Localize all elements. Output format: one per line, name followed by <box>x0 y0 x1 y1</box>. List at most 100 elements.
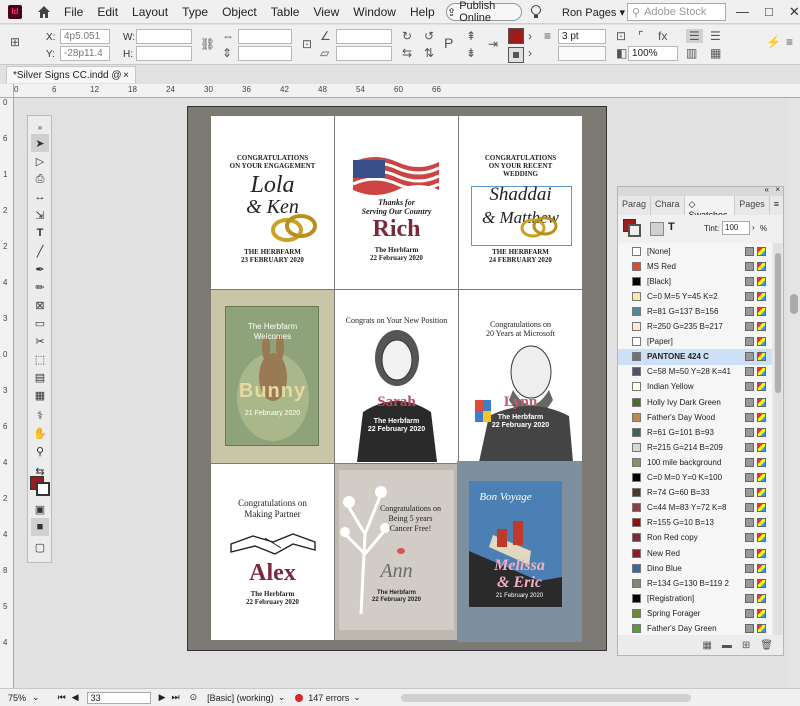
fill-swatch[interactable] <box>628 224 641 237</box>
align-left-icon[interactable]: ☰ <box>686 29 703 43</box>
preflight-profile[interactable]: [Basic] (working) <box>207 693 274 703</box>
opacity-field[interactable]: 100% <box>628 46 678 61</box>
document-scrollbar[interactable] <box>788 98 800 688</box>
scrollbar-thumb[interactable] <box>775 253 781 393</box>
tint-field[interactable]: 100 <box>722 221 750 235</box>
delete-swatch-icon[interactable]: 🗑 <box>760 640 773 651</box>
swatch-row[interactable]: [Black] <box>618 273 772 289</box>
formatting-container-icon[interactable]: ▣ <box>31 500 49 518</box>
tab-pages[interactable]: Pages <box>735 196 770 215</box>
x-field[interactable]: 4p5.051 <box>60 29 110 44</box>
text-formatting-icon[interactable]: T <box>668 221 675 233</box>
page-number-field[interactable]: 33 <box>86 691 151 704</box>
swatch-row[interactable]: [Registration] <box>618 590 772 606</box>
panel-menu-icon[interactable]: ≡ <box>770 196 783 215</box>
container-formatting-icon[interactable] <box>650 222 664 236</box>
error-count[interactable]: 147 errors <box>308 693 349 703</box>
swatch-row[interactable]: 100 mile background <box>618 454 772 470</box>
ruler-origin[interactable] <box>0 84 14 98</box>
publish-online-button[interactable]: ⇪ Publish Online <box>446 0 522 24</box>
vertical-ruler[interactable]: 0612243036424854 <box>0 98 14 688</box>
screen-mode-icon[interactable]: ▢ <box>31 538 49 556</box>
text-wrap-icon[interactable]: ▥ <box>686 46 697 60</box>
menu-table[interactable]: Table <box>271 5 300 19</box>
swatch-row[interactable]: R=155 G=10 B=13 <box>618 515 772 531</box>
previous-page-icon[interactable]: ◀ <box>72 692 79 703</box>
shear-field[interactable] <box>336 46 392 61</box>
last-page-icon[interactable]: ⏭ <box>172 692 180 703</box>
stroke-dropdown-icon[interactable]: › <box>528 29 532 43</box>
constrain-proportions-icon[interactable]: ⛓ <box>200 37 215 51</box>
menu-file[interactable]: File <box>64 5 83 19</box>
type-tool-icon[interactable]: T <box>31 224 49 242</box>
zoom-dropdown-icon[interactable]: ⌄ <box>32 692 40 703</box>
scale-y-field[interactable] <box>238 46 292 61</box>
swatch-row[interactable]: [Paper] <box>618 334 772 350</box>
swatch-row[interactable]: C=44 M=83 Y=72 K=8 <box>618 500 772 516</box>
lightbulb-icon[interactable] <box>530 4 542 23</box>
gap-tool-icon[interactable]: ↔ <box>31 188 49 206</box>
frame-fitting-icon[interactable]: ⊡ <box>616 29 626 43</box>
card-bunny[interactable]: The Herbfarm Welcomes Bunny 21 February … <box>211 290 334 463</box>
document-scrollbar-thumb[interactable] <box>790 294 798 314</box>
swatch-row[interactable]: Dino Blue <box>618 560 772 576</box>
scissors-tool-icon[interactable]: ✂ <box>31 332 49 350</box>
content-collector-icon[interactable]: ⇲ <box>31 206 49 224</box>
errors-dropdown-icon[interactable]: ⌄ <box>353 692 361 703</box>
corner-options-icon[interactable]: ⌜ <box>638 29 644 43</box>
page-tool-icon[interactable]: ⎙ <box>31 170 49 188</box>
effects-icon[interactable]: fx <box>658 29 667 43</box>
tab-swatches[interactable]: ◇ Swatches <box>684 196 736 220</box>
free-transform-tool-icon[interactable]: ⬚ <box>31 350 49 368</box>
close-tab-icon[interactable]: × <box>123 67 129 84</box>
swatch-row[interactable]: Father's Day Wood <box>618 409 772 425</box>
swatch-row[interactable]: C=0 M=0 Y=0 K=100 <box>618 470 772 486</box>
card-new-position[interactable]: Congrats on Your New Position Sarah The … <box>335 290 458 463</box>
swatch-row[interactable]: R=81 G=137 B=156 <box>618 303 772 319</box>
rotate-ccw-icon[interactable]: ↺ <box>424 29 434 43</box>
new-color-group-icon[interactable]: ▬ <box>722 640 732 651</box>
card-partner[interactable]: Congratulations on Making Partner Alex T… <box>211 464 334 640</box>
flip-h-icon[interactable]: ⇆ <box>402 46 412 60</box>
paragraph-icon[interactable]: P <box>444 35 453 51</box>
card-wedding[interactable]: CONGRATULATIONS ON YOUR RECENT WEDDING S… <box>459 116 582 289</box>
card-cancer-free[interactable]: Congratulations on Being 5 years Cancer … <box>335 464 458 640</box>
swatch-row[interactable]: Spring Forager <box>618 605 772 621</box>
width-field[interactable] <box>136 29 192 44</box>
tint-dropdown-icon[interactable]: › <box>752 223 755 232</box>
swatch-row[interactable]: R=134 G=130 B=119 2 <box>618 575 772 591</box>
close-window-button[interactable]: ✕ <box>789 4 800 20</box>
horizontal-scrollbar[interactable] <box>400 693 691 702</box>
zoom-level[interactable]: 75% <box>8 693 26 703</box>
horizontal-ruler[interactable]: 0 6 12 18 24 30 36 42 48 54 60 66 <box>14 84 800 98</box>
first-page-icon[interactable]: ⏮ <box>58 692 66 703</box>
swatch-row[interactable]: New Red <box>618 545 772 561</box>
profile-dropdown-icon[interactable]: ⌄ <box>278 692 286 703</box>
eyedropper-tool-icon[interactable]: ⚕ <box>31 406 49 424</box>
note-tool-icon[interactable]: ▦ <box>31 386 49 404</box>
line-tool-icon[interactable]: ╱ <box>31 242 49 260</box>
rotate-field[interactable] <box>336 29 392 44</box>
swatch-row[interactable]: C=0 M=5 Y=45 K=2 <box>618 288 772 304</box>
hand-tool-icon[interactable]: ✋ <box>31 424 49 442</box>
new-swatch-icon[interactable]: ⊞ <box>742 640 750 651</box>
menu-edit[interactable]: Edit <box>97 5 118 19</box>
swatch-row[interactable]: R=74 G=60 B=33 <box>618 485 772 501</box>
tab-paragraph[interactable]: Parag <box>618 196 652 215</box>
document-tab[interactable]: *Silver Signs CC.indd @ 75% × <box>6 66 136 98</box>
pen-tool-icon[interactable]: ✒ <box>31 260 49 278</box>
grid-icon[interactable]: ▦ <box>710 46 721 60</box>
pencil-tool-icon[interactable]: ✏ <box>31 278 49 296</box>
swatch-row[interactable]: [None] <box>618 243 772 259</box>
stock-search-input[interactable]: ⚲ Adobe Stock <box>627 3 726 21</box>
close-panel-icon[interactable]: × <box>775 185 780 194</box>
swatch-row[interactable]: Ron Red copy <box>618 530 772 546</box>
menu-help[interactable]: Help <box>410 5 435 19</box>
reference-point-icon[interactable]: ⊞ <box>10 35 20 49</box>
swatch-row[interactable]: R=250 G=235 B=217 <box>618 319 772 335</box>
selection-tool-icon[interactable]: ➤ <box>31 134 49 152</box>
swatch-row[interactable]: Father's Day Green <box>618 621 772 636</box>
select-next-icon[interactable]: ⇥ <box>488 37 498 51</box>
card-engagement[interactable]: CONGRATULATIONS ON YOUR ENGAGEMENT Lola … <box>211 116 334 289</box>
menu-view[interactable]: View <box>313 5 339 19</box>
